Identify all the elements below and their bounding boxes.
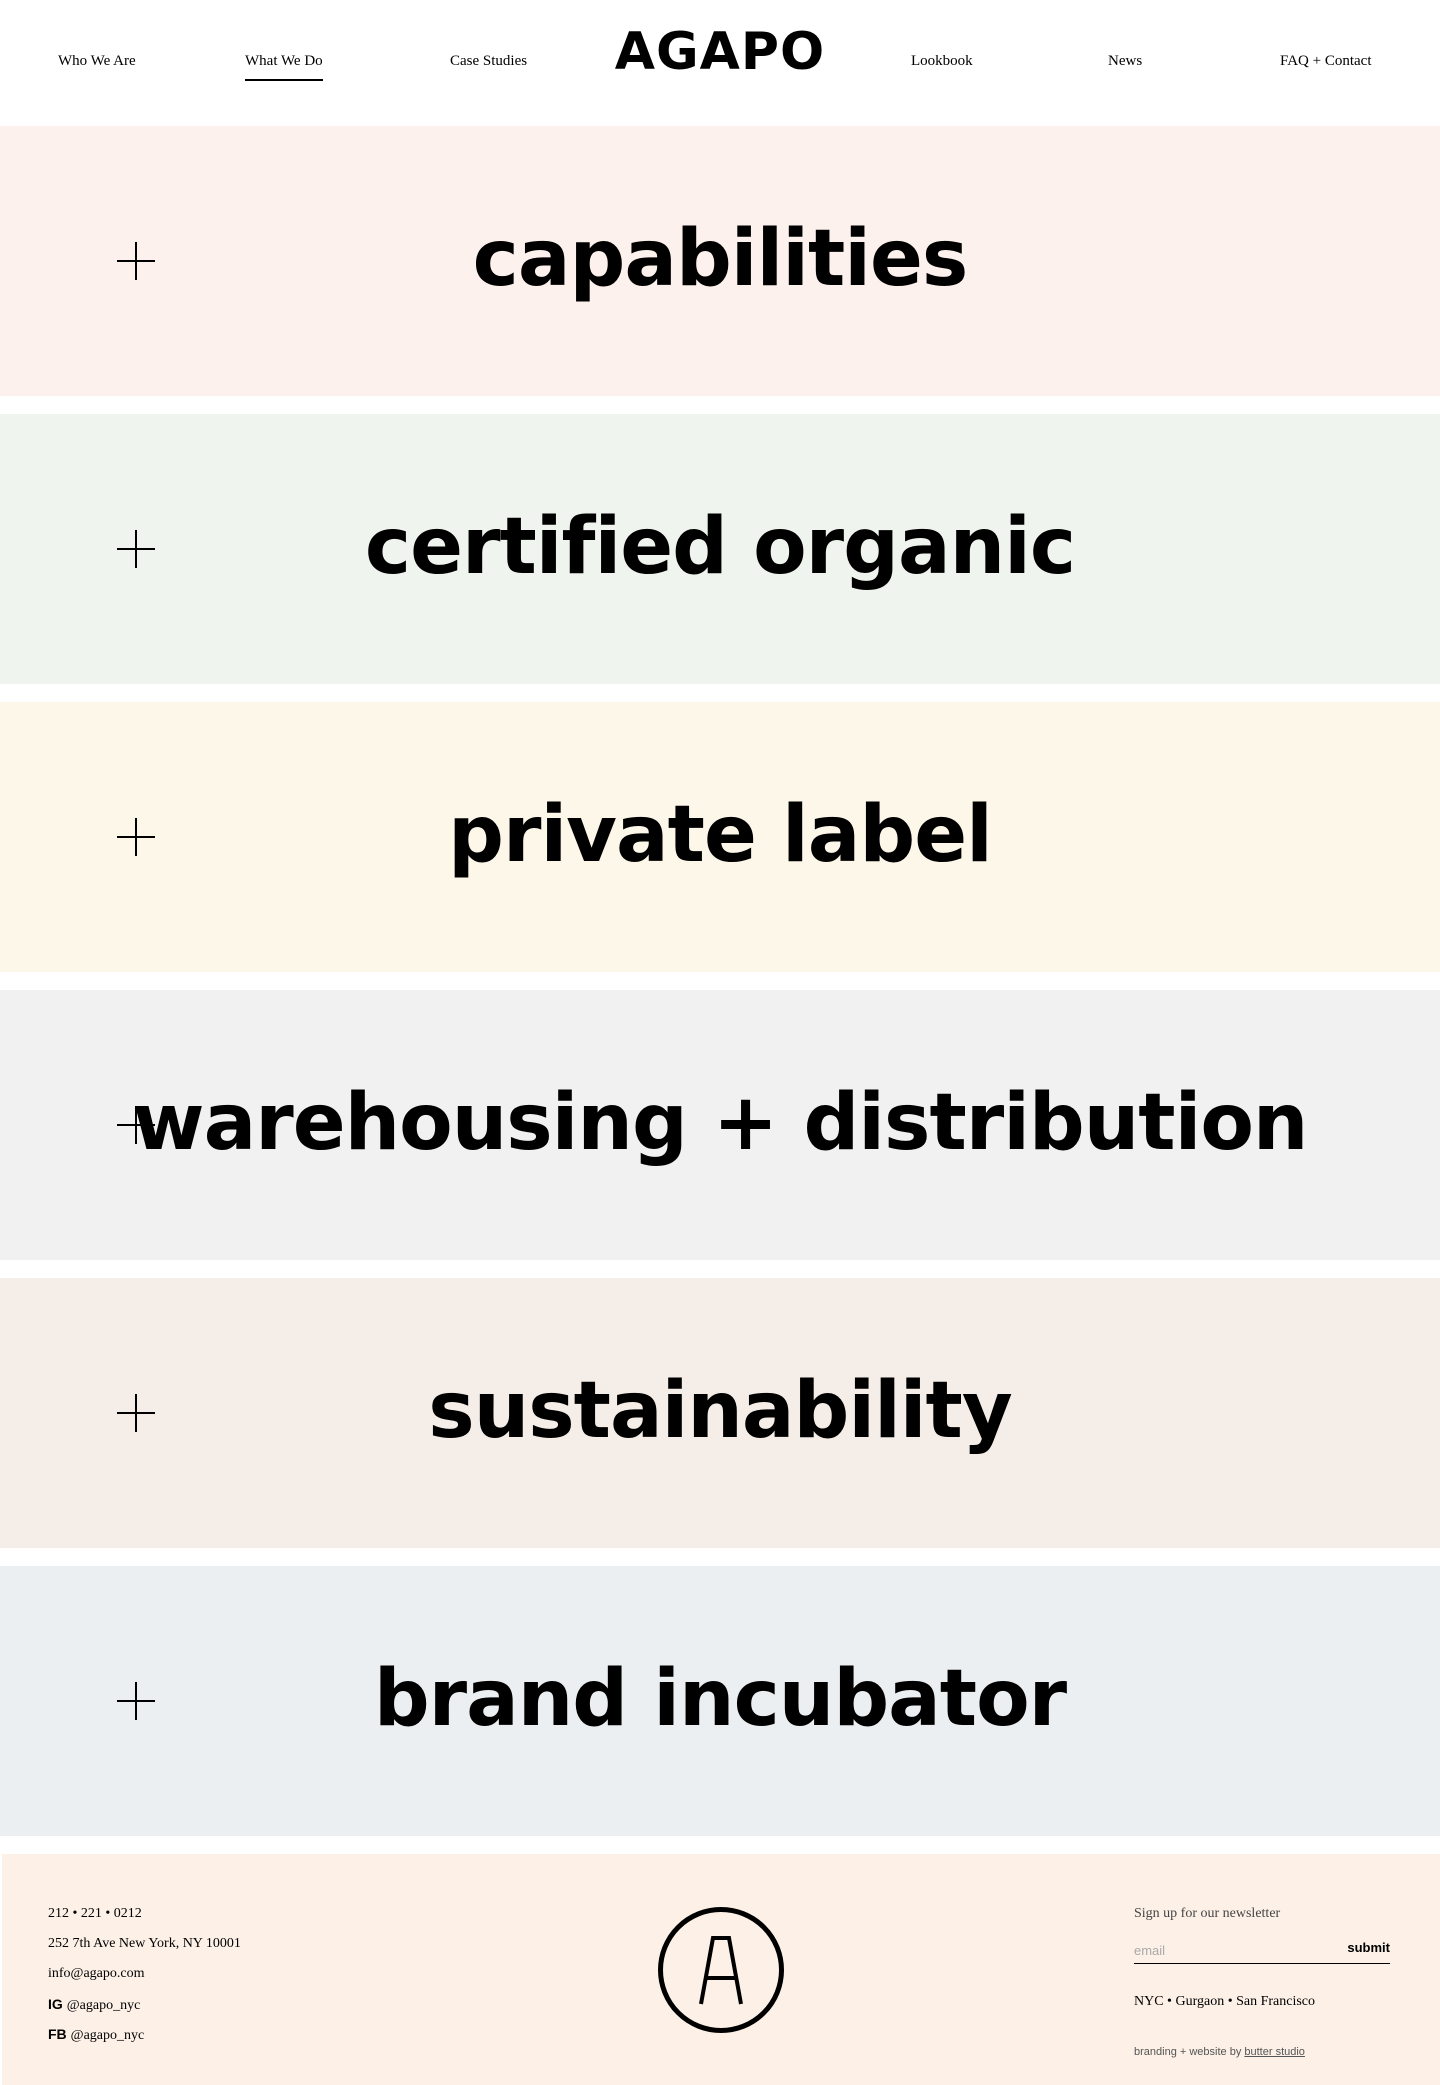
footer-instagram[interactable]: IG @agapo_nyc xyxy=(48,1996,140,2014)
site-header: Who We Are What We Do Case Studies AGAPO… xyxy=(0,0,1440,126)
nav-case-studies[interactable]: Case Studies xyxy=(450,53,527,70)
accordion-title: warehousing + distribution xyxy=(132,1078,1309,1169)
footer-locations: NYC • Gurgaon • San Francisco xyxy=(1134,1994,1316,2009)
instagram-handle: @agapo_nyc xyxy=(66,1998,141,2013)
accordion: capabilities certified organic private l… xyxy=(0,126,1440,1836)
accordion-title: brand incubator xyxy=(373,1654,1067,1745)
newsletter-email-input[interactable] xyxy=(1134,1938,1334,1962)
newsletter-label: Sign up for our newsletter xyxy=(1134,1906,1281,1921)
newsletter-submit-button[interactable]: submit xyxy=(1347,1940,1390,1955)
accordion-item-certified-organic[interactable]: certified organic xyxy=(0,414,1440,684)
accordion-item-private-label[interactable]: private label xyxy=(0,702,1440,972)
nav-news[interactable]: News xyxy=(1108,53,1142,70)
footer-address: 252 7th Ave New York, NY 10001 xyxy=(48,1936,241,1951)
footer-facebook[interactable]: FB @agapo_nyc xyxy=(48,2026,144,2044)
accordion-title: private label xyxy=(448,790,993,881)
monogram-letter-icon xyxy=(699,1936,743,2005)
nav-faq-contact[interactable]: FAQ + Contact xyxy=(1280,53,1372,70)
facebook-handle: @agapo_nyc xyxy=(70,2028,145,2043)
site-logo[interactable]: AGAPO xyxy=(600,26,840,78)
nav-lookbook[interactable]: Lookbook xyxy=(911,53,973,70)
instagram-label: IG xyxy=(48,1996,63,2012)
site-footer: 212 • 221 • 0212 252 7th Ave New York, N… xyxy=(2,1854,1440,2085)
accordion-item-sustainability[interactable]: sustainability xyxy=(0,1278,1440,1548)
footer-email[interactable]: info@agapo.com xyxy=(48,1966,144,1982)
accordion-item-brand-incubator[interactable]: brand incubator xyxy=(0,1566,1440,1836)
accordion-item-capabilities[interactable]: capabilities xyxy=(0,126,1440,396)
credit-prefix: branding + website by xyxy=(1134,2046,1242,2058)
monogram-badge-icon xyxy=(658,1907,784,2033)
accordion-title: capabilities xyxy=(472,214,969,305)
credit-link[interactable]: butter studio xyxy=(1244,2046,1305,2058)
newsletter-form: submit xyxy=(1134,1938,1390,1964)
accordion-title: certified organic xyxy=(364,502,1076,593)
footer-credit: branding + website by butter studio xyxy=(1134,2046,1305,2058)
accordion-item-warehousing-distribution[interactable]: warehousing + distribution xyxy=(0,990,1440,1260)
footer-phone[interactable]: 212 • 221 • 0212 xyxy=(48,1906,142,1922)
nav-what-we-do[interactable]: What We Do xyxy=(245,53,323,81)
accordion-title: sustainability xyxy=(428,1366,1012,1457)
nav-who-we-are[interactable]: Who We Are xyxy=(58,53,136,70)
facebook-label: FB xyxy=(48,2026,67,2042)
